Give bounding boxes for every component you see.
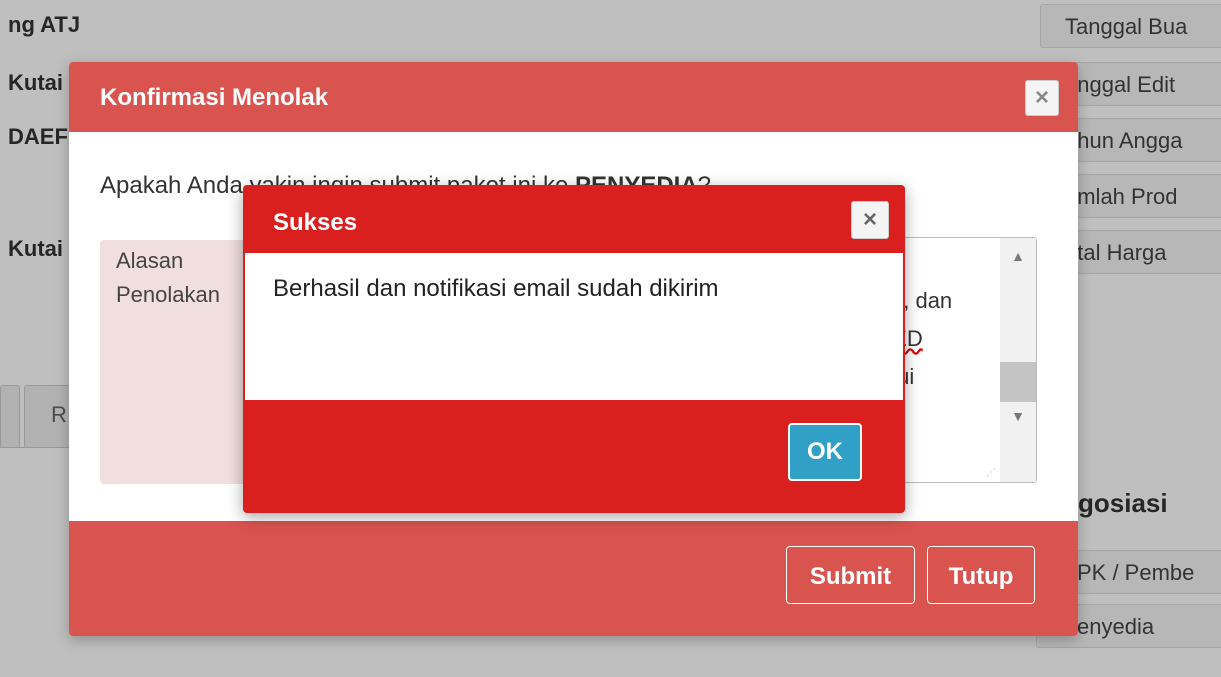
success-modal-close-button[interactable]: × xyxy=(851,201,889,239)
close-icon: × xyxy=(862,206,877,233)
reason-label-line2: Penolakan xyxy=(116,282,220,307)
reason-label-line1: Alasan xyxy=(116,248,184,273)
scroll-down-icon[interactable]: ▼ xyxy=(1000,408,1036,424)
scroll-up-icon[interactable]: ▲ xyxy=(1000,248,1036,264)
confirm-modal-close-button[interactable]: × xyxy=(1025,80,1059,116)
confirm-modal-header: Konfirmasi Menolak × xyxy=(69,62,1078,132)
submit-button[interactable]: Submit xyxy=(786,546,915,604)
confirm-modal-title: Konfirmasi Menolak xyxy=(100,84,329,111)
reason-label-box: Alasan Penolakan xyxy=(100,240,260,484)
success-modal-body: Berhasil dan notifikasi email sudah diki… xyxy=(245,253,903,400)
success-modal: Sukses × Berhasil dan notifikasi email s… xyxy=(243,185,905,513)
success-modal-title: Sukses xyxy=(273,209,358,236)
ok-button[interactable]: OK xyxy=(788,423,862,481)
resize-grip-icon[interactable]: ⋰ xyxy=(986,467,996,478)
textarea-scrollbar[interactable]: ▲ ▼ xyxy=(1000,238,1036,482)
scrollbar-thumb[interactable] xyxy=(1000,362,1036,402)
success-message: Berhasil dan notifikasi email sudah diki… xyxy=(273,275,719,302)
close-icon: × xyxy=(1034,84,1049,111)
tutup-button[interactable]: Tutup xyxy=(927,546,1035,604)
